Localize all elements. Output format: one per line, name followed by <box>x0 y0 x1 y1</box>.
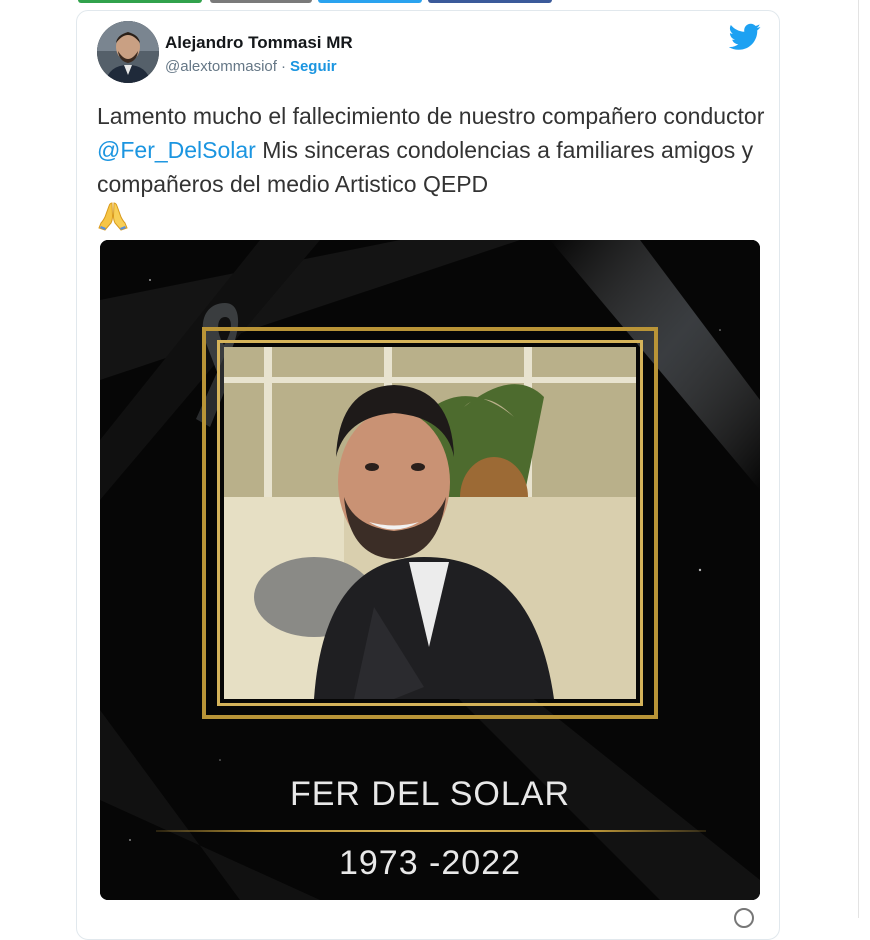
avatar[interactable] <box>97 21 159 83</box>
share-buttons-bar <box>0 0 870 6</box>
page-divider <box>858 0 859 918</box>
tweet-media-image[interactable]: FER DEL SOLAR 1973 -2022 <box>100 240 760 900</box>
memorial-years: 1973 -2022 <box>338 844 522 882</box>
memorial-name: FER DEL SOLAR <box>289 775 571 813</box>
share-button-email[interactable] <box>210 0 312 3</box>
gold-frame-inner <box>217 340 643 706</box>
gold-divider <box>156 830 706 832</box>
folded-hands-icon <box>97 201 129 240</box>
meta-separator: · <box>280 58 286 75</box>
tweet-text-before: Lamento mucho el fallecimiento de nuestr… <box>97 103 765 129</box>
share-button-whatsapp[interactable] <box>78 0 202 3</box>
embedded-tweet[interactable]: Alejandro Tommasi MR @alextommasiof · Segu… <box>76 10 780 940</box>
author-meta: @alextommasiof · Seguir <box>165 58 337 75</box>
twitter-bird-icon[interactable] <box>729 23 761 51</box>
share-button-facebook[interactable] <box>428 0 552 3</box>
info-icon[interactable] <box>734 908 754 928</box>
mention-link[interactable]: @Fer_DelSolar <box>97 137 256 163</box>
author-handle[interactable]: @alextommasiof <box>165 58 277 75</box>
author-name[interactable]: Alejandro Tommasi MR <box>165 33 353 53</box>
tweet-text: Lamento mucho el fallecimiento de nuestr… <box>97 99 767 240</box>
follow-button[interactable]: Seguir <box>290 58 337 75</box>
share-button-twitter[interactable] <box>318 0 422 3</box>
